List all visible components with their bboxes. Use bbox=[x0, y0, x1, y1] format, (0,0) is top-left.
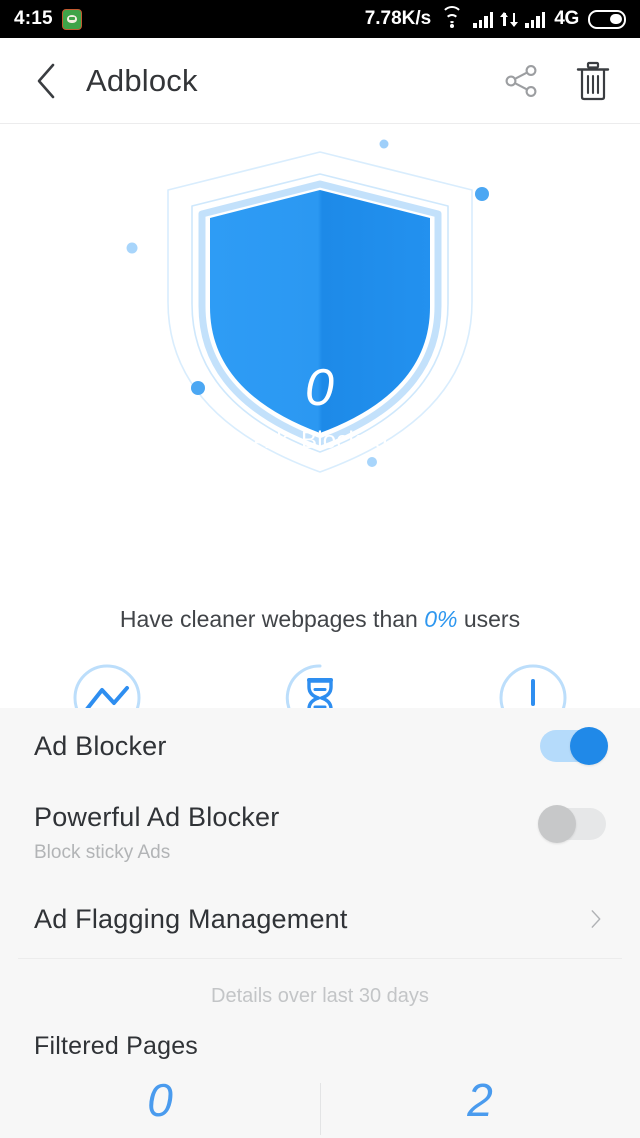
row-text: Powerful Ad Blocker Block sticky Ads bbox=[34, 802, 540, 864]
signal-bars-icon-2 bbox=[525, 11, 546, 28]
android-app-icon bbox=[61, 8, 82, 30]
counter-value: 0 bbox=[147, 1074, 173, 1126]
ad-blocker-toggle[interactable] bbox=[540, 727, 608, 765]
filtered-pages-title: Filtered Pages bbox=[34, 1032, 198, 1060]
setting-row-powerful-ad-blocker[interactable]: Powerful Ad Blocker Block sticky Ads bbox=[0, 784, 640, 880]
chevron-right-icon bbox=[591, 910, 601, 928]
stat-averted-threat: AVERTED THREAT 0 bbox=[427, 662, 640, 708]
counter-divider bbox=[320, 1083, 321, 1135]
status-bar-right-cluster: 7.78K/s 4G bbox=[364, 6, 626, 30]
settings-section: Ad Blocker Powerful Ad Blocker Block sti… bbox=[0, 708, 640, 1135]
setting-row-ad-blocker[interactable]: Ad Blocker bbox=[0, 708, 640, 784]
counter-value: 2 bbox=[467, 1074, 493, 1126]
exclamation-icon bbox=[497, 662, 569, 708]
counter-left: 0 bbox=[0, 1077, 320, 1123]
shield-icon bbox=[126, 139, 489, 473]
app-screen: 4:15 7.78K/s 4G Adblock 0 Ads Blocked Ha… bbox=[0, 0, 640, 1138]
page-title: Adblock bbox=[86, 62, 198, 98]
delete-button[interactable] bbox=[570, 58, 616, 104]
hourglass-icon bbox=[284, 662, 356, 708]
row-text: Ad Flagging Management bbox=[34, 904, 586, 935]
stat-reduced-load-time: REDUCED LOAD TIME 0S bbox=[213, 662, 426, 708]
powerful-ad-blocker-toggle[interactable] bbox=[538, 805, 606, 843]
app-bar: Adblock bbox=[0, 38, 640, 124]
setting-subtitle: Block sticky Ads bbox=[34, 842, 171, 863]
toggle-knob bbox=[570, 727, 608, 765]
network-type-label: 4G bbox=[554, 8, 579, 29]
comparison-prefix: Have cleaner webpages than bbox=[119, 606, 425, 632]
status-bar-clock: 4:15 bbox=[14, 8, 53, 29]
chevron-left-icon bbox=[37, 63, 55, 98]
wifi-icon bbox=[440, 6, 464, 28]
counter-right: 2 bbox=[320, 1077, 640, 1123]
setting-title: Powerful Ad Blocker bbox=[34, 802, 280, 832]
details-note: Details over last 30 days bbox=[211, 985, 429, 1007]
toggle-knob bbox=[538, 805, 576, 843]
line-chart-icon bbox=[71, 662, 143, 708]
battery-icon bbox=[588, 9, 626, 29]
comparison-percent: 0% bbox=[424, 606, 458, 632]
back-button[interactable] bbox=[24, 59, 68, 103]
data-transfer-icon bbox=[500, 11, 517, 28]
comparison-suffix: users bbox=[457, 606, 521, 632]
share-icon bbox=[505, 64, 537, 97]
shield-graphic: 0 Ads Blocked bbox=[0, 124, 640, 576]
setting-title: Ad Flagging Management bbox=[34, 903, 348, 934]
share-button[interactable] bbox=[498, 58, 544, 104]
row-text: Ad Blocker bbox=[34, 731, 540, 762]
app-bar-actions bbox=[498, 58, 616, 104]
network-speed-label: 7.78K/s bbox=[364, 8, 432, 29]
setting-title: Ad Blocker bbox=[34, 730, 167, 761]
stats-row: SAVED DATA 0KB REDUCED LOAD TIME 0S bbox=[0, 662, 640, 708]
signal-bars-icon bbox=[473, 11, 494, 28]
setting-row-ad-flagging-management[interactable]: Ad Flagging Management bbox=[0, 880, 640, 958]
trash-icon bbox=[576, 61, 610, 100]
hero-section: 0 Ads Blocked Have cleaner webpages than… bbox=[0, 124, 640, 708]
stat-saved-data: SAVED DATA 0KB bbox=[0, 662, 213, 708]
filtered-pages-counters: 0 2 bbox=[0, 1077, 640, 1135]
cleaner-comparison-text: Have cleaner webpages than 0% users bbox=[0, 606, 640, 633]
status-bar: 4:15 7.78K/s 4G bbox=[0, 0, 640, 38]
